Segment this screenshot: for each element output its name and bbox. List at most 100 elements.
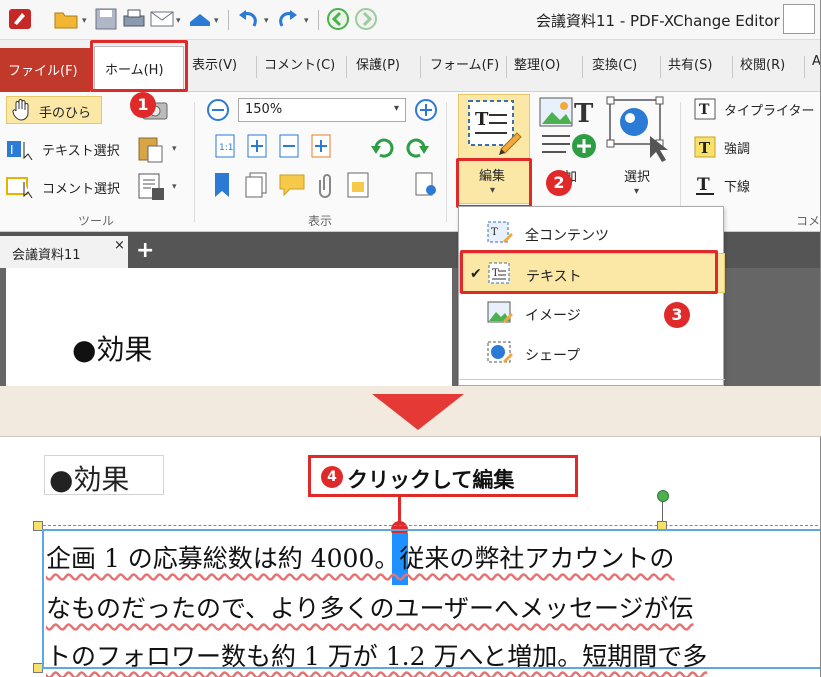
text-line[interactable]: トのフォロワー数も約 1 万が 1.2 万へと増加。短期間で多 xyxy=(46,637,707,673)
redo-icon[interactable] xyxy=(276,8,300,30)
shape-icon xyxy=(487,341,513,363)
tab-comment[interactable]: コメント(C) xyxy=(264,54,335,73)
rotate-right-icon[interactable] xyxy=(404,134,430,160)
zoom-out-icon[interactable] xyxy=(206,98,230,122)
step-badge-2: 2 xyxy=(546,170,572,196)
svg-text:T: T xyxy=(491,227,498,238)
text-select-icon: I xyxy=(7,141,33,160)
tab-form[interactable]: フォーム(F) xyxy=(430,54,499,73)
paste-dropdown-icon[interactable]: ▾ xyxy=(172,144,177,154)
attachment-icon[interactable] xyxy=(314,172,336,198)
callout-text: クリックして編集 xyxy=(347,468,515,492)
text-line[interactable]: なものだったので、より多くのユーザーへメッセージが伝 xyxy=(46,589,694,625)
tab-view[interactable]: 表示(V) xyxy=(192,54,237,73)
svg-text:T: T xyxy=(697,175,710,195)
comment-select-icon xyxy=(6,177,33,198)
page-heading: ●効果 xyxy=(72,333,153,366)
hand-tool-button[interactable]: 手のひら xyxy=(6,96,102,124)
tab-file[interactable]: ファイル(F) xyxy=(0,48,90,92)
menu-divider xyxy=(459,379,725,380)
back-icon[interactable] xyxy=(326,8,350,30)
email-icon[interactable] xyxy=(150,8,174,30)
step-badge-4: 4 xyxy=(321,466,343,488)
bookmark-icon[interactable] xyxy=(212,172,232,198)
select-dropdown-icon[interactable]: ▾ xyxy=(634,186,639,197)
rotation-handle[interactable] xyxy=(657,490,669,502)
actual-size-icon[interactable]: 1:1 xyxy=(214,134,236,158)
quick-access-toolbar: ▾ ▾ ▾ ▾ ▾ 会議資料11 - PDF-XChange Editor xyxy=(0,0,820,40)
edit-text-icon: T xyxy=(468,100,522,155)
paste-icon[interactable] xyxy=(136,134,166,164)
tab-review[interactable]: 校閲(R) xyxy=(740,54,785,73)
image-icon xyxy=(487,301,513,323)
select-text-label: テキスト選択 xyxy=(42,144,120,159)
fit-page-icon[interactable] xyxy=(246,134,268,158)
scan-icon[interactable] xyxy=(188,8,212,30)
settings-doc-icon[interactable] xyxy=(414,172,438,198)
scan-dropdown-icon[interactable]: ▾ xyxy=(214,16,219,26)
down-arrow-icon xyxy=(372,394,464,430)
object-tool-dropdown-icon[interactable]: ▾ xyxy=(172,182,177,192)
redo-dropdown-icon[interactable]: ▾ xyxy=(304,16,309,26)
typewriter-label[interactable]: タイプライター xyxy=(724,100,814,119)
menu-item-label: シェープ xyxy=(525,348,581,364)
svg-text:T: T xyxy=(699,102,710,118)
open-dropdown-icon[interactable]: ▾ xyxy=(82,16,87,26)
fit-width-icon[interactable] xyxy=(278,134,300,158)
rotate-left-icon[interactable] xyxy=(370,134,396,160)
forward-icon[interactable] xyxy=(354,8,378,30)
open-folder-icon[interactable] xyxy=(54,8,78,30)
all-content-icon: T xyxy=(487,221,513,243)
highlight-icon[interactable]: T xyxy=(694,136,716,158)
zoom-dropdown-icon[interactable]: ▾ xyxy=(394,103,399,114)
instruction-callout: 4 クリックして編集 xyxy=(308,455,578,497)
select-comment-label: コメント選択 xyxy=(42,182,121,197)
editor-page-after: ●効果 4 クリックして編集 企画 1 の応募総数は約 4000。従来の弊社アカ… xyxy=(0,436,821,677)
tab-organize[interactable]: 整理(O) xyxy=(514,54,560,73)
comment-group-label: コメ xyxy=(796,214,821,228)
fit-visible-icon[interactable] xyxy=(310,134,332,158)
menu-item-shape[interactable]: シェープ xyxy=(459,333,725,373)
select-comment-button[interactable]: コメント選択 xyxy=(6,174,126,200)
selection-outline xyxy=(38,525,820,526)
document-properties-icon[interactable] xyxy=(346,172,370,198)
typewriter-icon[interactable]: T xyxy=(694,98,716,120)
document-tab-label: 会議資料11 xyxy=(12,248,81,263)
object-tool-icon[interactable] xyxy=(136,172,166,202)
underline-icon[interactable]: T xyxy=(694,174,716,196)
text-line[interactable]: 企画 1 の応募総数は約 4000。従来の弊社アカウントの xyxy=(46,539,674,575)
underline-label[interactable]: 下線 xyxy=(724,176,750,195)
editor-window-before: ▾ ▾ ▾ ▾ ▾ 会議資料11 - PDF-XChange Editor ファ… xyxy=(0,0,821,386)
app-logo-icon xyxy=(9,9,31,29)
select-object-icon[interactable] xyxy=(606,96,672,162)
svg-text:I: I xyxy=(10,143,14,157)
undo-icon[interactable] xyxy=(236,8,260,30)
document-tab[interactable]: 会議資料11 × xyxy=(0,236,128,268)
zoom-select[interactable]: 150% ▾ xyxy=(238,98,406,122)
tab-share[interactable]: 共有(S) xyxy=(668,54,712,73)
zoom-value: 150% xyxy=(245,102,283,117)
comments-pane-icon[interactable] xyxy=(278,172,306,198)
email-dropdown-icon[interactable]: ▾ xyxy=(176,16,181,26)
svg-text:T: T xyxy=(699,139,711,157)
pages-icon[interactable] xyxy=(244,172,268,198)
close-icon[interactable]: × xyxy=(114,238,125,253)
select-text-button[interactable]: I テキスト選択 xyxy=(6,136,126,162)
tab-more[interactable]: A xyxy=(812,54,820,69)
menu-item-all-content[interactable]: T 全コンテンツ xyxy=(459,213,725,253)
window-button[interactable] xyxy=(783,4,815,34)
highlight-label[interactable]: 強調 xyxy=(724,138,750,157)
print-icon[interactable] xyxy=(122,8,146,30)
zoom-in-icon[interactable] xyxy=(414,98,438,122)
hand-tool-label: 手のひら xyxy=(39,106,92,121)
rotation-handle-line xyxy=(662,501,663,523)
undo-dropdown-icon[interactable]: ▾ xyxy=(264,16,269,26)
new-tab-icon[interactable]: + xyxy=(136,238,154,263)
add-image-text-icon[interactable]: T xyxy=(538,96,600,162)
tab-protect[interactable]: 保護(P) xyxy=(356,54,400,73)
window-title: 会議資料11 - PDF-XChange Editor xyxy=(536,12,780,30)
save-icon[interactable] xyxy=(94,8,118,30)
heading-text-box[interactable]: ●効果 xyxy=(44,455,164,496)
step-badge-1: 1 xyxy=(130,92,156,118)
tab-convert[interactable]: 変換(C) xyxy=(592,54,637,73)
